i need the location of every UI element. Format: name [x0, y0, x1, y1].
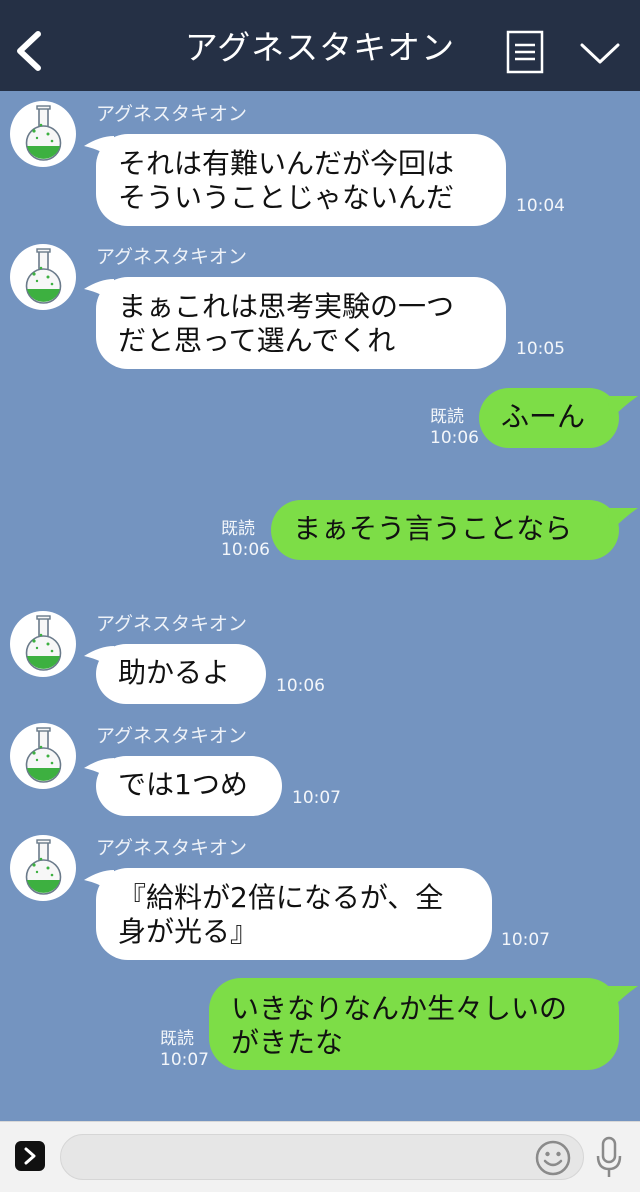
sender-name: アグネスタキオン [96, 613, 248, 635]
message-bubble[interactable]: いきなりなんか生々しいの がきたな [209, 978, 619, 1070]
chevron-left-icon [17, 31, 41, 71]
flask-icon [25, 839, 62, 895]
flask-icon [25, 727, 62, 783]
message-input[interactable] [60, 1134, 584, 1180]
bubble-tail [606, 396, 638, 418]
avatar[interactable] [10, 835, 76, 901]
menu-icon [506, 30, 544, 74]
bubble-tail [606, 508, 638, 530]
message-bubble[interactable]: まぁこれは思考実験の一つ だと思って選んでくれ [96, 277, 506, 369]
expand-icon [24, 1147, 36, 1165]
message-bubble[interactable]: それは有難いんだが今回は そういうことじゃないんだ [96, 134, 506, 226]
expand-button[interactable] [15, 1141, 45, 1171]
message-time: 10:06 [276, 676, 325, 696]
message-bubble[interactable]: 『給料が2倍になるが、全 身が光る』 [96, 868, 492, 960]
sender-name: アグネスタキオン [96, 246, 248, 268]
chevron-down-icon [580, 43, 620, 64]
read-label: 既読 [221, 519, 255, 539]
message-time: 10:07 [292, 788, 341, 808]
message-bubble[interactable]: 助かるよ [96, 644, 266, 704]
mic-icon [596, 1136, 622, 1177]
message-input-bar [0, 1121, 640, 1192]
avatar[interactable] [10, 101, 76, 167]
message-time: 10:07 [501, 930, 550, 950]
emoji-icon [535, 1140, 571, 1176]
read-label: 既読 [160, 1029, 194, 1049]
chat-title: アグネスタキオン [184, 28, 456, 67]
avatar[interactable] [10, 723, 76, 789]
message-time: 10:07 [160, 1050, 209, 1070]
message-time: 10:05 [516, 339, 565, 359]
message-bubble[interactable]: ふーん [479, 388, 619, 448]
read-status: 既読 10:07 [160, 1029, 209, 1071]
avatar[interactable] [10, 244, 76, 310]
flask-icon [25, 105, 62, 161]
message-time: 10:06 [430, 428, 479, 448]
avatar[interactable] [10, 611, 76, 677]
bubble-tail [606, 986, 638, 1008]
message-time: 10:04 [516, 196, 565, 216]
sender-name: アグネスタキオン [96, 103, 248, 125]
message-bubble[interactable]: では1つめ [96, 756, 282, 816]
flask-icon [25, 248, 62, 304]
read-status: 既読 10:06 [430, 407, 479, 449]
message-time: 10:06 [221, 540, 270, 560]
back-button[interactable] [8, 28, 48, 74]
flask-icon [25, 615, 62, 671]
sender-name: アグネスタキオン [96, 725, 248, 747]
emoji-button[interactable] [534, 1139, 572, 1177]
menu-button[interactable] [506, 30, 544, 74]
read-label: 既読 [430, 407, 464, 427]
sender-name: アグネスタキオン [96, 837, 248, 859]
message-bubble[interactable]: まぁそう言うことなら [271, 500, 619, 560]
read-status: 既読 10:06 [221, 519, 270, 561]
mic-button[interactable] [594, 1136, 624, 1180]
chat-header: アグネスタキオン [0, 0, 640, 91]
collapse-button[interactable] [576, 36, 624, 70]
